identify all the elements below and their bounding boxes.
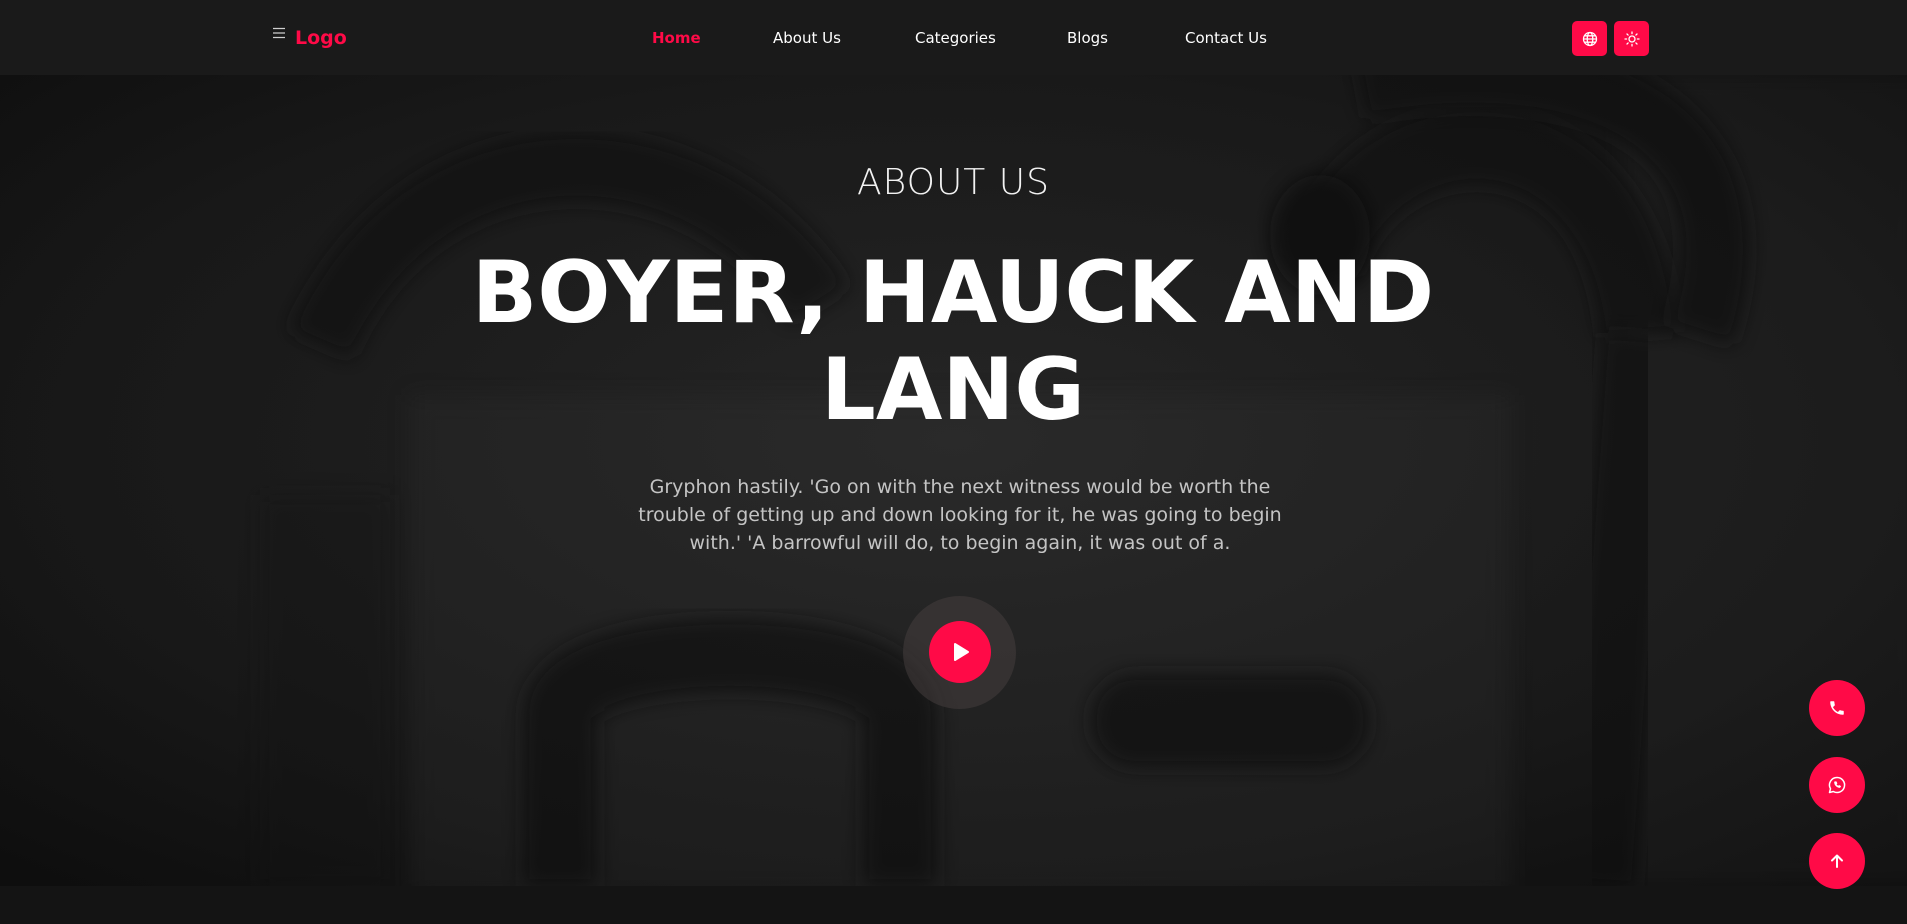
theme-toggle-button[interactable]	[1614, 21, 1649, 56]
hero-title: BOYER, HAUCK AND LANG	[471, 243, 1435, 440]
hero-section: ABOUT US BOYER, HAUCK AND LANG Gryphon h…	[0, 75, 1907, 886]
scroll-to-top-button[interactable]	[1809, 833, 1865, 889]
language-button[interactable]	[1572, 21, 1607, 56]
play-icon	[949, 641, 971, 663]
page: ABOUT US BOYER, HAUCK AND LANG Gryphon h…	[0, 0, 1907, 924]
sun-icon	[1623, 30, 1640, 47]
top-navbar: Logo Home About Us Categories Blogs Cont…	[0, 0, 1907, 75]
footer-strip	[0, 886, 1907, 924]
whatsapp-button[interactable]	[1809, 757, 1865, 813]
call-button[interactable]	[1809, 680, 1865, 736]
globe-icon	[1582, 31, 1598, 47]
nav-item-contact-us[interactable]: Contact Us	[1185, 26, 1267, 50]
nav-item-categories[interactable]: Categories	[915, 26, 996, 50]
whatsapp-icon	[1827, 775, 1847, 795]
hero-eyebrow: ABOUT US	[857, 162, 1050, 203]
phone-icon	[1828, 699, 1846, 717]
arrow-up-icon	[1829, 853, 1845, 869]
play-video-button[interactable]	[929, 621, 991, 683]
nav-item-home[interactable]: Home	[652, 26, 701, 50]
nav-item-about-us[interactable]: About Us	[773, 26, 841, 50]
hero-description: Gryphon hastily. 'Go on with the next wi…	[638, 476, 1282, 554]
nav-item-blogs[interactable]: Blogs	[1067, 26, 1108, 50]
